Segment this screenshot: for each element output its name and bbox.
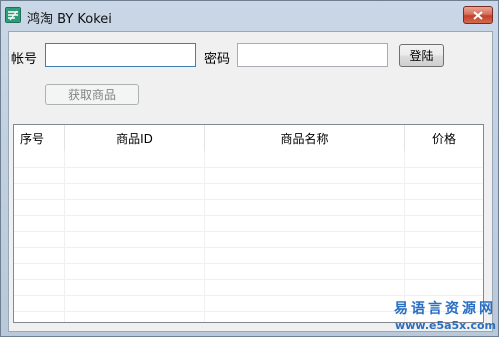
grid-row-line	[14, 263, 483, 264]
app-window: 鸿淘 BY Kokei 帐号 密码 登陆 获取商品 序号 商品ID 商品名称 价…	[0, 0, 499, 337]
grid-row-line	[14, 199, 483, 200]
grid-row-line	[14, 231, 483, 232]
product-list[interactable]: 序号 商品ID 商品名称 价格	[13, 124, 484, 323]
grid-row-line	[14, 279, 483, 280]
watermark: 易语言资源网 www.e5a5x.com	[384, 298, 496, 332]
column-header-price[interactable]: 价格	[405, 125, 483, 151]
watermark-text: 易语言资源网	[394, 301, 496, 317]
list-header: 序号 商品ID 商品名称 价格	[14, 125, 483, 151]
grid-row-line	[14, 215, 483, 216]
close-x-icon	[473, 10, 483, 20]
grid-row-line	[14, 167, 483, 168]
password-label: 密码	[204, 52, 231, 67]
column-header-product-name[interactable]: 商品名称	[205, 125, 405, 151]
password-input[interactable]	[237, 43, 388, 67]
grid-row-line	[14, 183, 483, 184]
column-header-product-id[interactable]: 商品ID	[65, 125, 205, 151]
grid-column-line	[204, 151, 205, 322]
client-area: 帐号 密码 登陆 获取商品 序号 商品ID 商品名称 价格	[8, 31, 493, 332]
app-logo-icon	[5, 7, 21, 23]
grid-column-line	[64, 151, 65, 322]
watermark-url: www.e5a5x.com	[395, 319, 496, 332]
login-button[interactable]: 登陆	[399, 44, 444, 67]
title-bar[interactable]: 鸿淘 BY Kokei	[1, 1, 498, 31]
grid-row-line	[14, 247, 483, 248]
window-title: 鸿淘 BY Kokei	[27, 12, 112, 27]
account-input[interactable]	[45, 43, 196, 67]
account-label: 帐号	[11, 52, 38, 67]
fetch-products-button[interactable]: 获取商品	[45, 84, 139, 105]
close-button[interactable]	[463, 6, 493, 24]
column-header-index[interactable]: 序号	[14, 125, 65, 151]
grid-row-line	[14, 295, 483, 296]
